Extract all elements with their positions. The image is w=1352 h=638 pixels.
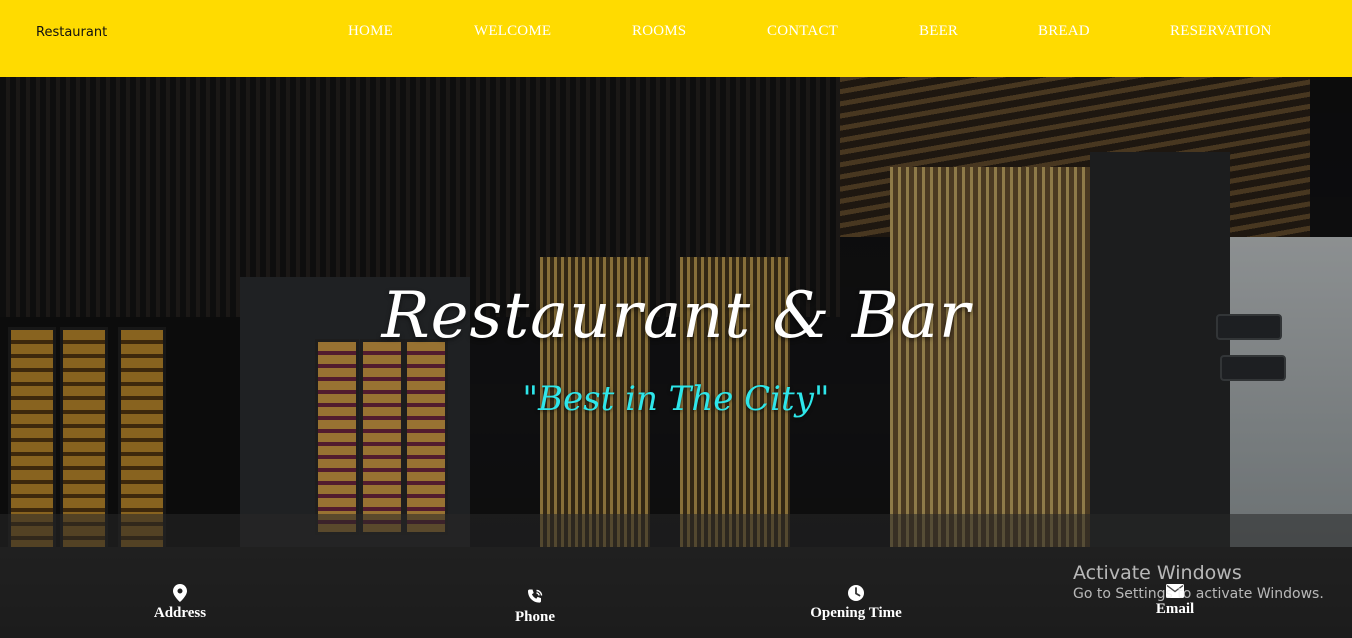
top-navbar: Restaurant HOME WELCOME ROOMS CONTACT BE… [0, 0, 1352, 77]
clock-icon [848, 585, 864, 601]
info-opening-time-label: Opening Time [810, 605, 902, 621]
info-address-label: Address [153, 605, 207, 621]
info-phone[interactable]: Phone [455, 588, 615, 626]
main-nav: HOME WELCOME ROOMS CONTACT BEER BREAD RE… [0, 23, 1352, 43]
location-pin-icon [173, 584, 187, 602]
nav-contact-link[interactable]: CONTACT [767, 23, 838, 40]
info-email-label: Email [1155, 601, 1195, 617]
info-opening-time[interactable]: Opening Time [776, 584, 936, 622]
hero-title: Restaurant & Bar [381, 279, 971, 353]
nav-reservation-link[interactable]: RESERVATION [1170, 23, 1272, 40]
nav-home-link[interactable]: HOME [348, 23, 393, 40]
hero-subtitle: "Best in The City" [522, 379, 830, 419]
info-address[interactable]: Address [100, 584, 260, 622]
nav-bread-link[interactable]: BREAD [1038, 23, 1090, 40]
nav-rooms-link[interactable]: ROOMS [632, 23, 686, 40]
watermark-subtitle: Go to Settings to activate Windows. [1073, 586, 1324, 602]
activate-windows-watermark: Activate Windows Go to Settings to activ… [1073, 562, 1324, 602]
nav-welcome-link[interactable]: WELCOME [474, 23, 551, 40]
info-phone-label: Phone [514, 609, 555, 625]
watermark-title: Activate Windows [1073, 562, 1242, 584]
nav-beer-link[interactable]: BEER [919, 23, 958, 40]
phone-icon [528, 589, 543, 603]
